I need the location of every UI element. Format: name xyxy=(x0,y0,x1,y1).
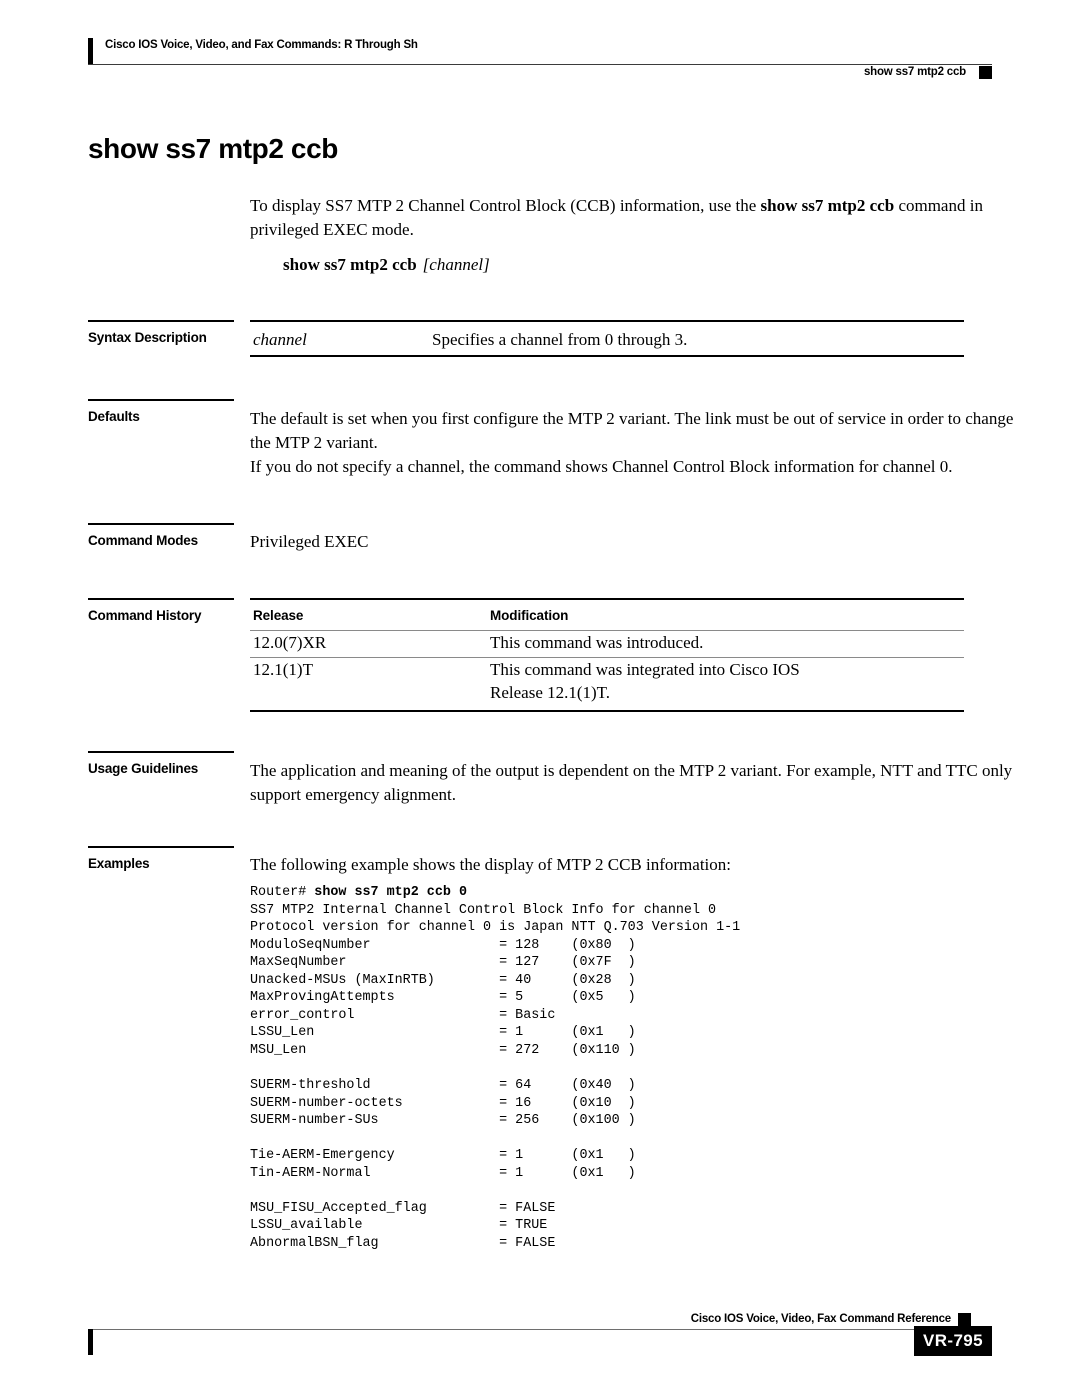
section-label-command-history: Command History xyxy=(88,608,202,623)
footer-rule xyxy=(88,1329,971,1330)
code-output-lines: SS7 MTP2 Internal Channel Control Block … xyxy=(250,902,741,1251)
syntax-table-bottom-rule xyxy=(250,355,964,357)
usage-guidelines-label-rule xyxy=(88,751,234,753)
header-square-marker xyxy=(979,66,992,79)
section-label-examples: Examples xyxy=(88,856,150,871)
syntax-row-description: Specifies a channel from 0 through 3. xyxy=(432,330,688,349)
usage-guidelines-paragraph: The application and meaning of the outpu… xyxy=(250,761,1013,804)
footer-square-marker xyxy=(958,1313,971,1326)
intro-text-before: To display SS7 MTP 2 Channel Control Blo… xyxy=(250,196,761,215)
document-page: Cisco IOS Voice, Video, and Fax Commands… xyxy=(0,0,1080,1397)
code-block-output: Router# show ss7 mtp2 ccb 0 SS7 MTP2 Int… xyxy=(250,884,740,1252)
command-modes-label-rule xyxy=(88,523,234,525)
syntax-row-term: channel xyxy=(253,330,307,349)
syntax-usage-line: show ss7 mtp2 ccb [channel] xyxy=(283,253,1053,277)
footer-book-reference: Cisco IOS Voice, Video, Fax Command Refe… xyxy=(690,1313,951,1325)
header-running-command: show ss7 mtp2 ccb xyxy=(863,66,966,78)
footer-page-number: VR-795 xyxy=(914,1326,992,1356)
defaults-paragraph-2: If you do not specify a channel, the com… xyxy=(250,457,953,476)
running-footer: Cisco IOS Voice, Video, Fax Command Refe… xyxy=(88,1313,992,1373)
defaults-paragraph-1: The default is set when you first config… xyxy=(250,409,1014,452)
history-table-bottom-rule xyxy=(250,710,964,712)
history-column-header-modification: Modification xyxy=(490,608,569,623)
history-row-1-release: 12.0(7)XR xyxy=(253,633,327,652)
header-rule xyxy=(88,64,992,65)
command-history-label-rule xyxy=(88,598,234,600)
defaults-label-rule xyxy=(88,399,234,401)
history-row-2-modification-line1: This command was integrated into Cisco I… xyxy=(490,660,800,679)
page-title: show ss7 mtp2 ccb xyxy=(88,133,338,164)
code-typed-command: show ss7 mtp2 ccb 0 xyxy=(314,885,467,900)
syntax-description-label-rule xyxy=(88,320,234,322)
history-row-2-release: 12.1(1)T xyxy=(253,660,313,679)
history-row-1-modification: This command was introduced. xyxy=(490,633,704,652)
command-modes-value: Privileged EXEC xyxy=(250,532,369,551)
history-table-top-rule xyxy=(250,598,964,600)
section-label-command-modes: Command Modes xyxy=(88,533,198,548)
syntax-argument: [channel] xyxy=(422,255,490,274)
section-label-usage-guidelines: Usage Guidelines xyxy=(88,761,199,776)
header-book-title: Cisco IOS Voice, Video, and Fax Commands… xyxy=(105,39,418,51)
code-prompt: Router# xyxy=(250,885,315,900)
intro-paragraph: To display SS7 MTP 2 Channel Control Blo… xyxy=(250,194,1020,241)
history-row-2-modification-line2: Release 12.1(1)T. xyxy=(490,683,611,702)
syntax-table-top-rule xyxy=(250,320,964,322)
running-header: Cisco IOS Voice, Video, and Fax Commands… xyxy=(88,36,992,79)
header-left-marker-bar xyxy=(88,38,93,64)
history-column-header-release: Release xyxy=(253,608,304,623)
intro-bold-command: show ss7 mtp2 ccb xyxy=(760,196,895,215)
footer-left-marker-bar xyxy=(88,1329,93,1355)
syntax-command: show ss7 mtp2 ccb xyxy=(283,255,417,274)
examples-intro: The following example shows the display … xyxy=(250,855,731,874)
section-label-syntax-description: Syntax Description xyxy=(88,330,207,345)
section-label-defaults: Defaults xyxy=(88,409,140,424)
examples-label-rule xyxy=(88,846,234,848)
